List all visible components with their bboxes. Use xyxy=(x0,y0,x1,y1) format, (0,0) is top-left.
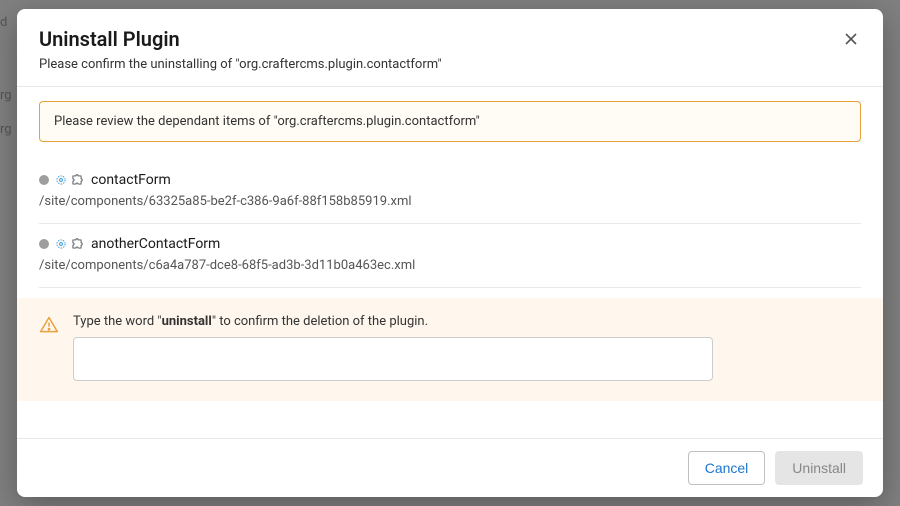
cancel-button[interactable]: Cancel xyxy=(688,451,766,485)
uninstall-plugin-dialog: Uninstall Plugin Please confirm the unin… xyxy=(17,9,883,497)
confirm-text-suffix: " to confirm the deletion of the plugin. xyxy=(212,314,428,329)
warning-icon xyxy=(39,315,59,335)
close-icon xyxy=(843,31,859,47)
dialog-subtitle: Please confirm the uninstalling of "org.… xyxy=(39,57,861,72)
dependant-path: /site/components/c6a4a787-dce8-68f5-ad3b… xyxy=(39,258,861,273)
confirm-text-prefix: Type the word " xyxy=(73,314,162,329)
gear-icon xyxy=(54,237,68,251)
dialog-footer: Cancel Uninstall xyxy=(17,438,883,497)
gear-icon xyxy=(54,173,68,187)
confirm-text: Type the word "uninstall" to confirm the… xyxy=(73,314,861,329)
dialog-body: Please review the dependant items of "or… xyxy=(17,87,883,438)
status-dot-icon xyxy=(39,239,49,249)
dependant-item: contactForm /site/components/63325a85-be… xyxy=(39,160,861,224)
confirm-input[interactable] xyxy=(73,337,713,381)
status-dot-icon xyxy=(39,175,49,185)
confirm-section: Type the word "uninstall" to confirm the… xyxy=(17,298,883,401)
close-button[interactable] xyxy=(837,25,865,53)
uninstall-button[interactable]: Uninstall xyxy=(775,451,863,485)
review-banner: Please review the dependant items of "or… xyxy=(39,101,861,142)
backdrop-text: d xyxy=(0,15,7,30)
dialog-header: Uninstall Plugin Please confirm the unin… xyxy=(17,9,883,87)
dependant-name: anotherContactForm xyxy=(91,236,220,252)
puzzle-icon xyxy=(70,173,84,187)
dialog-title: Uninstall Plugin xyxy=(39,27,861,51)
backdrop-text: rg xyxy=(0,122,12,137)
backdrop-text: rg xyxy=(0,88,12,103)
confirm-text-bold: uninstall xyxy=(162,314,212,329)
puzzle-icon xyxy=(70,237,84,251)
dependant-path: /site/components/63325a85-be2f-c386-9a6f… xyxy=(39,194,861,209)
dependant-item: anotherContactForm /site/components/c6a4… xyxy=(39,224,861,288)
dependant-name: contactForm xyxy=(91,172,171,188)
